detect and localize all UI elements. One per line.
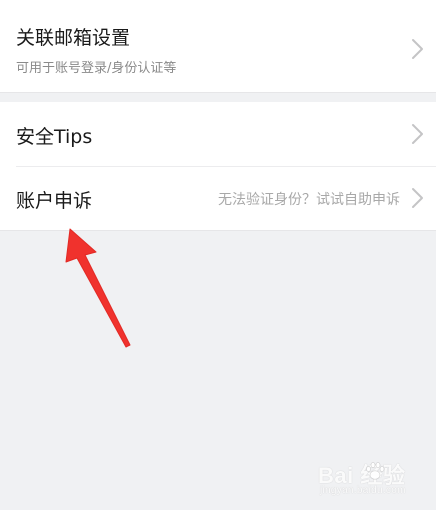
chevron-right-icon [412,39,423,59]
paw-icon [366,462,385,480]
chevron-right-icon [412,188,423,208]
security-tips-title: 安全Tips [16,126,93,148]
chevron-right-icon [412,124,423,144]
account-appeal-title: 账户申诉 [16,190,93,212]
baidu-jingyan-watermark: Bai 经验 jingyan.baidu.com [318,458,430,500]
linked-email-subtitle: 可用于账号登录/身份认证等 [16,61,177,76]
watermark-subtext: jingyan.baidu.com [320,485,406,496]
account-appeal-hint: 无法验证身份？试试自助申诉 [218,192,400,208]
settings-group-email: 关联邮箱设置 可用于账号登录/身份认证等 [0,0,436,92]
linked-email-settings-row[interactable]: 关联邮箱设置 可用于账号登录/身份认证等 [0,6,436,88]
security-tips-row[interactable]: 安全Tips [0,102,436,166]
linked-email-title: 关联邮箱设置 [16,27,131,49]
account-appeal-row[interactable]: 账户申诉 无法验证身份？试试自助申诉 [0,166,436,230]
settings-group-security: 安全Tips 账户申诉 无法验证身份？试试自助申诉 [0,102,436,230]
